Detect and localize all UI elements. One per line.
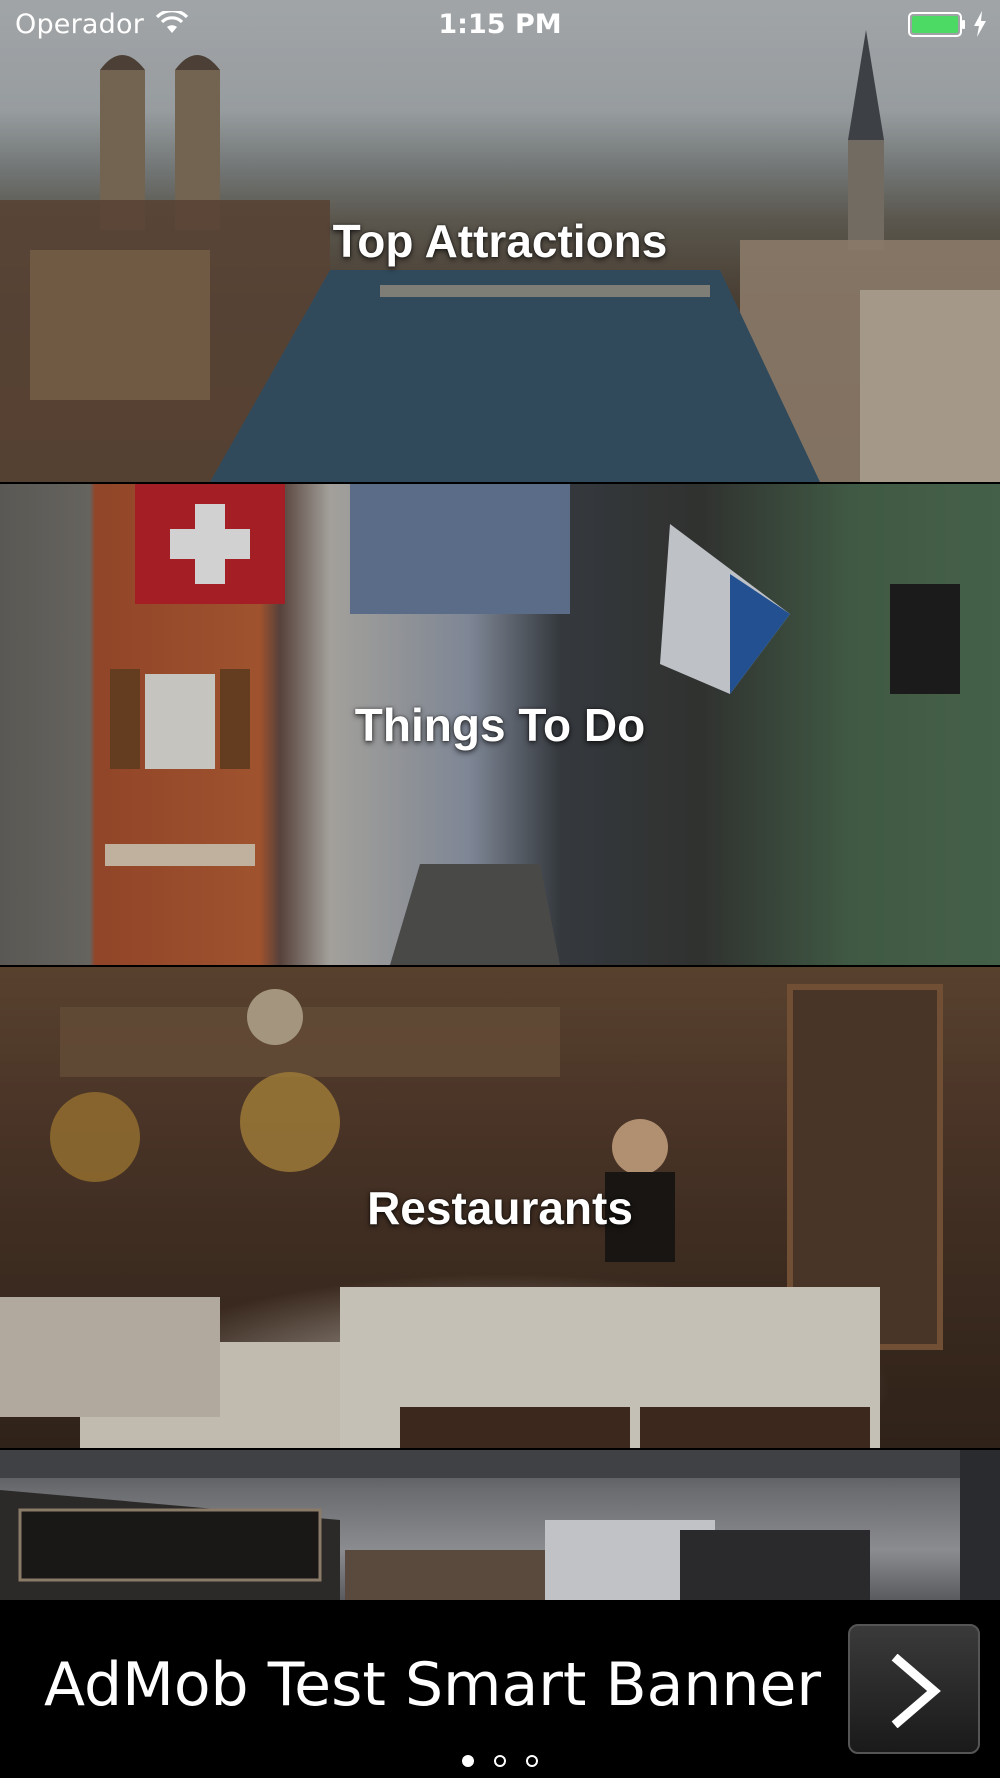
page-dot[interactable] (494, 1755, 506, 1767)
chevron-right-icon (891, 1654, 941, 1728)
ad-open-button[interactable] (848, 1624, 980, 1754)
ad-banner-text: AdMob Test Smart Banner (44, 1650, 822, 1720)
tile-title: Top Attractions (332, 215, 668, 267)
page-indicator[interactable] (0, 1755, 1000, 1767)
tile-title: Things To Do (354, 698, 646, 751)
category-tile-top-attractions[interactable]: Top Attractions (0, 0, 1000, 482)
page-dot-active[interactable] (462, 1755, 474, 1767)
dining-room-image (0, 1450, 1000, 1600)
tile-title: Restaurants (367, 1181, 633, 1234)
dining-room-illustration (0, 1450, 1000, 1600)
status-bar: Operador 1:15 PM (0, 0, 1000, 50)
ad-banner[interactable]: AdMob Test Smart Banner (0, 1600, 1000, 1778)
status-time: 1:15 PM (438, 9, 562, 40)
category-tile-partial[interactable] (0, 1450, 1000, 1600)
page-dot[interactable] (526, 1755, 538, 1767)
category-tile-restaurants[interactable]: Restaurants (0, 967, 1000, 1448)
charging-bolt-icon (974, 11, 986, 37)
battery-full-icon (908, 12, 965, 37)
category-tile-things-to-do[interactable]: Things To Do (0, 484, 1000, 965)
